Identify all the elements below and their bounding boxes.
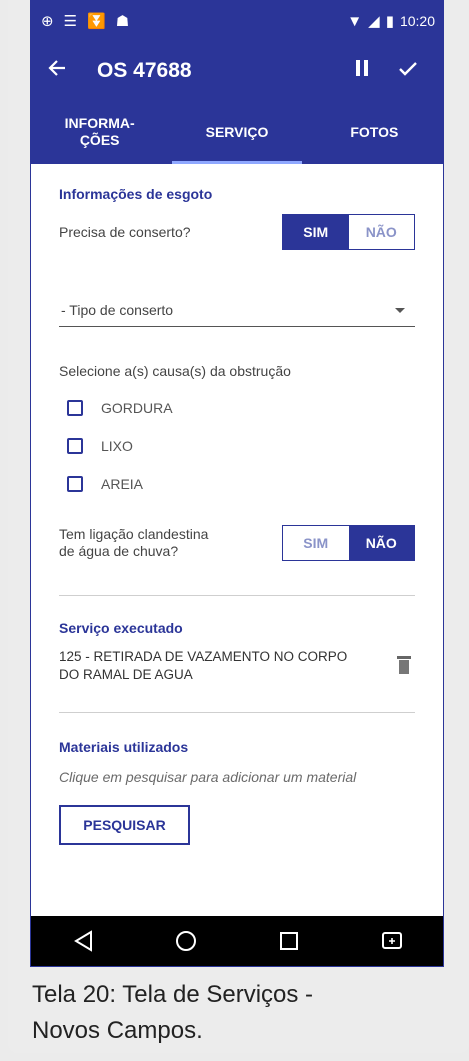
service-form: Informações de esgoto Precisa de consert… — [31, 164, 443, 845]
caption-line2: Novos Campos. — [32, 1017, 203, 1044]
phone-screen: ⊕ ☰ ⏬ ☗ ▼ ◢ ▮ 10:20 OS 47688 INFORMA- ÇÕ… — [30, 0, 444, 967]
clandestina-sim-button[interactable]: SIM — [283, 526, 349, 560]
gordura-checkbox[interactable] — [67, 400, 83, 416]
caption-line1: Tela 20: Tela de Serviços - — [32, 981, 314, 1008]
check-icon[interactable] — [385, 60, 431, 83]
materiais-hint: Clique em pesquisar para adicionar um ma… — [59, 769, 357, 785]
lixo-checkbox[interactable] — [67, 438, 83, 454]
servico-section-title: Serviço executado — [59, 620, 183, 636]
app-bar: OS 47688 — [31, 42, 443, 100]
status-time: 10:20 — [399, 13, 435, 29]
conserto-toggle: SIM NÃO — [282, 214, 415, 250]
screen-cast-icon[interactable] — [372, 926, 412, 956]
tab-informacoes-label: INFORMA- ÇÕES — [64, 115, 135, 148]
figure-caption: Tela 20: Tela de Serviços - Novos Campos… — [32, 977, 313, 1049]
home-circle-icon[interactable] — [166, 926, 206, 956]
pause-icon[interactable] — [339, 59, 385, 83]
download-icon: ⏬ — [87, 12, 106, 30]
battery-icon: ▮ — [385, 12, 394, 30]
clandestina-toggle: SIM NÃO — [282, 525, 415, 561]
recents-square-icon[interactable] — [269, 926, 309, 956]
wifi-icon: ▼ — [347, 12, 363, 30]
tab-servico-label: SERVIÇO — [205, 123, 269, 140]
servico-line2: DO RAMAL DE AGUA — [59, 667, 193, 682]
causa-gordura[interactable]: GORDURA — [59, 389, 415, 427]
tab-servico[interactable]: SERVIÇO — [168, 100, 305, 164]
conserto-sim-button[interactable]: SIM — [283, 215, 349, 249]
tipo-conserto-dropdown[interactable]: - Tipo de conserto — [59, 296, 415, 327]
causa-areia[interactable]: AREIA — [59, 465, 415, 503]
servico-executado-text: 125 - RETIRADA DE VAZAMENTO NO CORPO DO … — [59, 648, 347, 684]
clandestina-question-line2: de água de chuva? — [59, 543, 179, 559]
app-icon: ⊕ — [41, 12, 54, 30]
servico-line1: 125 - RETIRADA DE VAZAMENTO NO CORPO — [59, 649, 348, 664]
lixo-label: LIXO — [101, 438, 133, 454]
areia-label: AREIA — [101, 476, 144, 492]
conserto-nao-button[interactable]: NÃO — [348, 215, 414, 249]
clandestina-question-line1: Tem ligação clandestina — [59, 526, 209, 542]
areia-checkbox[interactable] — [67, 476, 83, 492]
system-nav-bar — [31, 916, 443, 966]
tab-informacoes[interactable]: INFORMA- ÇÕES — [31, 100, 168, 164]
signal-icon: ◢ — [368, 12, 380, 30]
pesquisar-button[interactable]: PESQUISAR — [59, 805, 190, 845]
conserto-question: Precisa de conserto? — [59, 224, 191, 240]
clandestina-question: Tem ligação clandestina de água de chuva… — [59, 526, 208, 560]
causa-lixo[interactable]: LIXO — [59, 427, 415, 465]
tab-bar: INFORMA- ÇÕES SERVIÇO FOTOS — [31, 100, 443, 164]
status-bar: ⊕ ☰ ⏬ ☗ ▼ ◢ ▮ 10:20 — [31, 0, 443, 42]
tab-fotos[interactable]: FOTOS — [306, 100, 443, 164]
materiais-section-title: Materiais utilizados — [59, 739, 189, 755]
tipo-conserto-placeholder: - Tipo de conserto — [61, 302, 174, 318]
tab-fotos-label: FOTOS — [350, 123, 399, 140]
causas-label: Selecione a(s) causa(s) da obstrução — [59, 363, 291, 379]
menu-icon: ☰ — [63, 12, 78, 30]
android-icon: ☗ — [115, 12, 130, 30]
arrow-left-icon[interactable] — [47, 57, 87, 85]
chevron-down-icon — [395, 307, 405, 313]
clandestina-nao-button[interactable]: NÃO — [348, 526, 414, 560]
gordura-label: GORDURA — [101, 400, 173, 416]
back-triangle-icon[interactable] — [63, 926, 103, 956]
esgoto-section-title: Informações de esgoto — [59, 186, 213, 202]
page-title: OS 47688 — [97, 59, 192, 82]
trash-icon[interactable] — [397, 656, 411, 674]
